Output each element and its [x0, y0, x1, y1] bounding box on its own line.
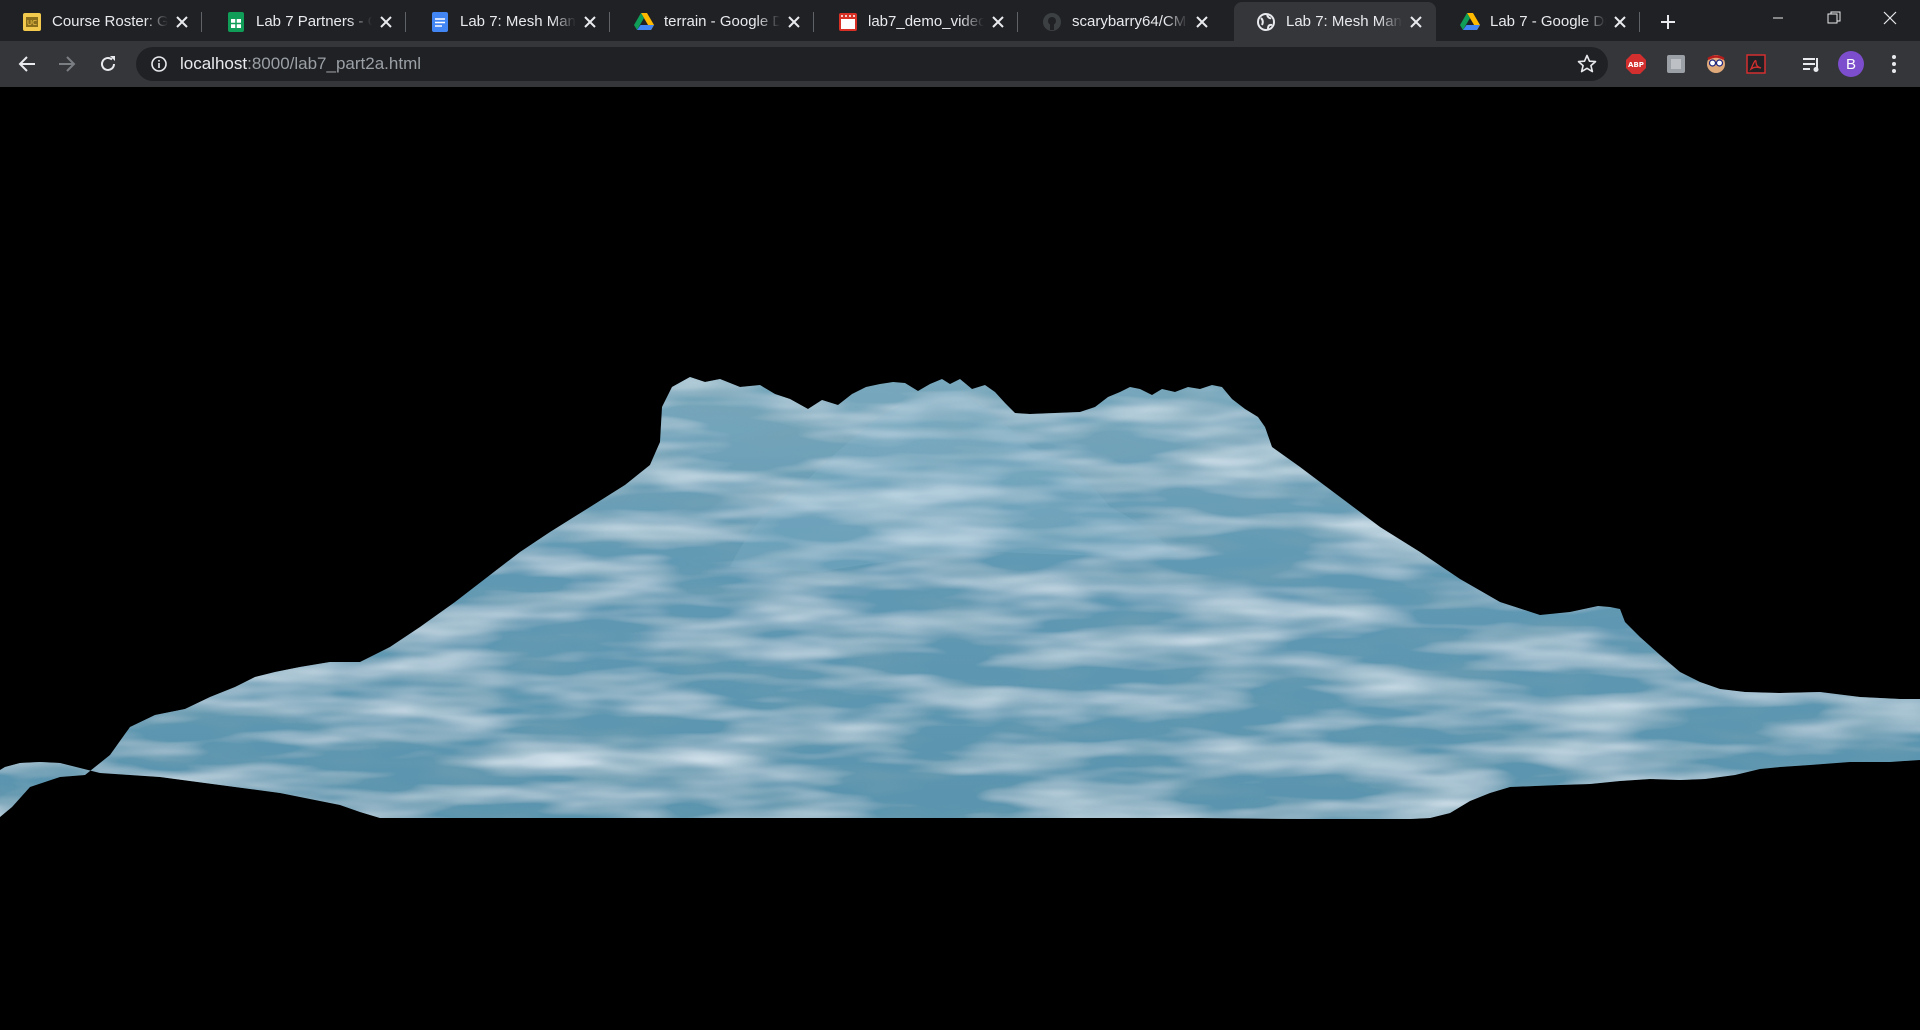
video-file-icon [838, 12, 858, 32]
tab-divider [813, 12, 814, 32]
adblock-plus-icon[interactable]: ABP [1624, 52, 1648, 76]
tab-divider [1639, 12, 1640, 32]
close-window-icon [1883, 11, 1896, 25]
close-icon[interactable] [784, 12, 804, 32]
site-info-icon[interactable] [150, 55, 168, 73]
tab-course-roster[interactable]: UC Course Roster: Gar [0, 2, 202, 41]
svg-text:ABP: ABP [1628, 61, 1644, 69]
tab-divider [201, 12, 202, 32]
close-icon[interactable] [1610, 12, 1630, 32]
webgl-canvas[interactable] [0, 87, 1920, 1030]
tab-demo-video[interactable]: lab7_demo_video.m [816, 2, 1018, 41]
arrow-left-icon [18, 56, 35, 72]
plus-icon [1661, 15, 1675, 29]
tab-title: Lab 7 - Google Dri [1490, 13, 1606, 30]
tab-title: terrain - Google Dr [664, 13, 780, 30]
reload-icon [101, 56, 115, 71]
profile-avatar[interactable]: B [1838, 51, 1864, 77]
tab-title: Lab 7: Mesh Manip [1286, 13, 1402, 30]
close-icon[interactable] [376, 12, 396, 32]
browser-window: UC Course Roster: Gar Lab 7 Partners - G… [0, 0, 1920, 1030]
close-icon[interactable] [580, 12, 600, 32]
reload-button[interactable] [92, 48, 124, 80]
media-controls-icon[interactable] [1800, 52, 1824, 76]
google-sheets-icon [226, 11, 246, 32]
tab-divider [1017, 12, 1018, 32]
extension-square-icon[interactable] [1664, 52, 1688, 76]
tab-title: Course Roster: Gar [52, 13, 168, 30]
restore-button[interactable] [1806, 0, 1861, 36]
arrow-right-icon [59, 56, 76, 72]
close-icon[interactable] [1406, 12, 1426, 32]
svg-text:UC: UC [27, 19, 37, 27]
forward-button[interactable] [51, 48, 83, 80]
tab-lab7-drive[interactable]: Lab 7 - Google Dri [1438, 2, 1640, 41]
menu-kebab-icon[interactable] [1882, 52, 1906, 76]
tab-lab7-mesh-active[interactable]: Lab 7: Mesh Manip [1234, 2, 1436, 41]
terrain-mesh [0, 377, 1920, 819]
close-icon[interactable] [988, 12, 1008, 32]
bookmark-star-icon[interactable] [1576, 53, 1598, 75]
url-path: :8000/lab7_part2a.html [247, 54, 422, 73]
google-drive-icon [1460, 12, 1480, 32]
tab-title: Lab 7 Partners - Go [256, 13, 372, 30]
close-icon[interactable] [1192, 12, 1212, 32]
url-host: localhost [180, 54, 248, 73]
tab-divider [405, 12, 406, 32]
tab-title: lab7_demo_video.m [868, 13, 984, 30]
url-text[interactable]: localhost:8000/lab7_part2a.html [180, 54, 421, 74]
course-roster-icon: UC [22, 12, 42, 32]
google-drive-icon [634, 12, 654, 32]
address-bar[interactable]: localhost:8000/lab7_part2a.html [136, 47, 1608, 81]
tab-lab7-mesh-doc[interactable]: Lab 7: Mesh Manip [408, 2, 610, 41]
back-button[interactable] [11, 48, 43, 80]
restore-icon [1827, 11, 1840, 24]
globe-icon [1256, 12, 1276, 32]
minimize-button[interactable] [1750, 0, 1805, 36]
tab-divider [609, 12, 610, 32]
pdf-extension-icon[interactable] [1744, 52, 1768, 76]
tab-title: Lab 7: Mesh Manip [460, 13, 576, 30]
close-window-button[interactable] [1862, 0, 1917, 36]
github-icon [1042, 12, 1062, 32]
new-tab-button[interactable] [1655, 9, 1681, 35]
tab-title: scarybarry64/CMP [1072, 13, 1188, 30]
tab-terrain-drive[interactable]: terrain - Google Dr [612, 2, 814, 41]
browser-toolbar: localhost:8000/lab7_part2a.html ABP B [0, 41, 1920, 87]
minimize-icon [1772, 17, 1783, 19]
close-icon[interactable] [172, 12, 192, 32]
tab-strip: UC Course Roster: Gar Lab 7 Partners - G… [0, 0, 1920, 41]
google-docs-icon [430, 11, 450, 32]
tab-lab7-partners[interactable]: Lab 7 Partners - Go [204, 2, 406, 41]
tab-github-repo[interactable]: scarybarry64/CMP [1020, 2, 1222, 41]
extension-face-icon[interactable] [1704, 52, 1728, 76]
